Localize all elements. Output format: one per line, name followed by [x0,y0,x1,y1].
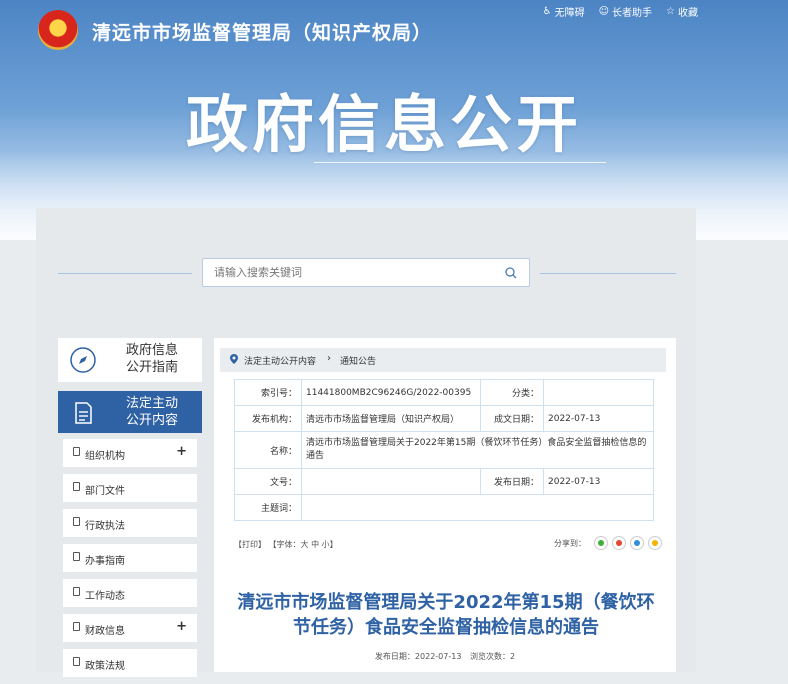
keywords-label: 主题词： [234,494,302,521]
sidebar-nav: 组织机构 + 部门文件 行政执法 办事指南 工作动态 财政信息 + 政策法规 [58,439,202,677]
active-label-line2: 公开内容 [125,413,178,428]
header-banner: ★ 清远市市场监督管理局（知识产权局） ♿ 无障碍 ☺ 长者助手 ☆ 收藏 政府信息公… [0,0,788,240]
breadcrumb-level1[interactable]: 法定主动公开内容 [244,354,316,367]
list-bullet-icon [73,657,80,666]
publish-date-label: 发布日期： [480,468,544,495]
breadcrumb: 法定主动公开内容 › 通知公告 [220,348,666,372]
breadcrumb-level2[interactable]: 通知公告 [340,354,376,367]
share-bar: 分享到： [554,536,662,550]
qq-share-icon[interactable] [630,536,644,550]
name-label: 名称： [234,431,302,469]
accessibility-link[interactable]: ♿ 无障碍 [543,4,585,19]
category-label: 分类： [480,379,544,406]
qzone-share-icon[interactable] [648,536,662,550]
table-row: 发布机构： 清远市市场监督管理局（知识产权局） 成文日期： 2022-07-13 [234,405,654,432]
doc-number-value [301,468,481,495]
table-row: 文号： 发布日期： 2022-07-13 [234,468,654,495]
main-panel: 政府信息公开指南 法定主动公开内容 组织机构+ 部门文件 行政执法 办事指南 工… [36,208,696,677]
publish-date-value: 2022-07-13 [543,468,654,495]
site-title[interactable]: 清远市市场监督管理局（知识产权局） [92,18,432,45]
doc-number-label: 文号： [234,468,302,495]
document-meta-table: 索引号： 11441800MB2C96246G/2022-00395 分类： 发… [234,379,654,521]
sidebar-item-work-news[interactable]: 工作动态 [63,579,197,607]
article-title: 清远市市场监督管理局关于2022年第15期（餐饮环节任务）食品安全监督抽检信息的… [237,592,655,638]
sidebar-item-law-enforcement[interactable]: 行政执法 [63,509,197,537]
expand-plus-icon[interactable]: + [176,619,187,634]
sidebar: 政府信息公开指南 法定主动公开内容 组织机构 + 部门文件 行政执法 办事指南 工… [58,338,202,684]
breadcrumb-separator: › [327,353,331,364]
accessibility-icon: ♿ [542,6,552,17]
table-row: 索引号： 11441800MB2C96246G/2022-00395 分类： [234,379,654,406]
article-meta: 发布日期：2022-07-13 浏览次数：2 [214,651,676,662]
sidebar-item-service-guide[interactable]: 办事指南 [63,544,197,572]
name-value: 清远市市场监督管理局关于2022年第15期（餐饮环节任务）食品安全监督抽检信息的… [301,431,654,469]
created-date-value: 2022-07-13 [543,405,654,432]
list-bullet-icon [73,622,80,631]
keywords-value [301,494,654,521]
font-size-control[interactable]: 【字体：大 中 小】 [269,540,338,549]
top-links: ♿ 无障碍 ☺ 长者助手 ☆ 收藏 [543,4,698,19]
favorite-link[interactable]: ☆ 收藏 [666,4,698,19]
search-right-line [540,273,676,274]
location-pin-icon [230,354,238,364]
guide-label-line1: 政府信息 [125,343,178,358]
content-area: 法定主动公开内容 › 通知公告 索引号： 11441800MB2C96246G/… [214,338,676,672]
sidebar-guide[interactable]: 政府信息 公开指南 [58,338,202,382]
elderly-helper-icon: ☺ [598,6,610,17]
article-views: 浏览次数：2 [469,652,516,661]
document-icon [75,402,92,424]
wechat-share-icon[interactable] [594,536,608,550]
search-box [202,258,530,287]
print-link[interactable]: 【打印】 [234,540,266,549]
category-value [543,379,654,406]
guide-label-line2: 公开指南 [125,360,178,375]
sidebar-item-finance[interactable]: 财政信息 + [63,614,197,642]
weibo-share-icon[interactable] [612,536,626,550]
search-icon[interactable] [505,267,517,279]
share-label: 分享到： [554,538,586,548]
sidebar-item-organization[interactable]: 组织机构 + [63,439,197,467]
national-emblem-logo: ★ [38,10,78,50]
article-tools: 【打印】 【字体：大 中 小】 [234,539,338,550]
publisher-value: 清远市市场监督管理局（知识产权局） [301,405,481,432]
index-label: 索引号： [234,379,302,406]
search-input[interactable] [212,265,496,280]
list-bullet-icon [73,517,80,526]
list-bullet-icon [73,587,80,596]
active-label-line1: 法定主动 [125,396,178,411]
elderly-helper-link[interactable]: ☺ 长者助手 [599,4,652,19]
search-left-line [58,273,192,274]
list-bullet-icon [73,552,80,561]
star-icon: ☆ [666,6,675,17]
banner-title: 政府信息公开 [186,88,583,161]
table-row: 名称： 清远市市场监督管理局关于2022年第15期（餐饮环节任务）食品安全监督抽… [234,431,654,469]
publisher-label: 发布机构： [234,405,302,432]
banner-divider [314,162,606,163]
index-value: 11441800MB2C96246G/2022-00395 [301,379,481,406]
sidebar-item-policies[interactable]: 政策法规 [63,649,197,677]
table-row: 主题词： [234,494,654,521]
created-date-label: 成文日期： [480,405,544,432]
sidebar-item-department-docs[interactable]: 部门文件 [63,474,197,502]
list-bullet-icon [73,482,80,491]
expand-plus-icon[interactable]: + [176,444,187,459]
sidebar-active-content[interactable]: 法定主动 公开内容 [58,391,202,433]
compass-icon [70,347,96,373]
list-bullet-icon [73,447,80,456]
article-pubdate: 发布日期：2022-07-13 [374,652,462,661]
